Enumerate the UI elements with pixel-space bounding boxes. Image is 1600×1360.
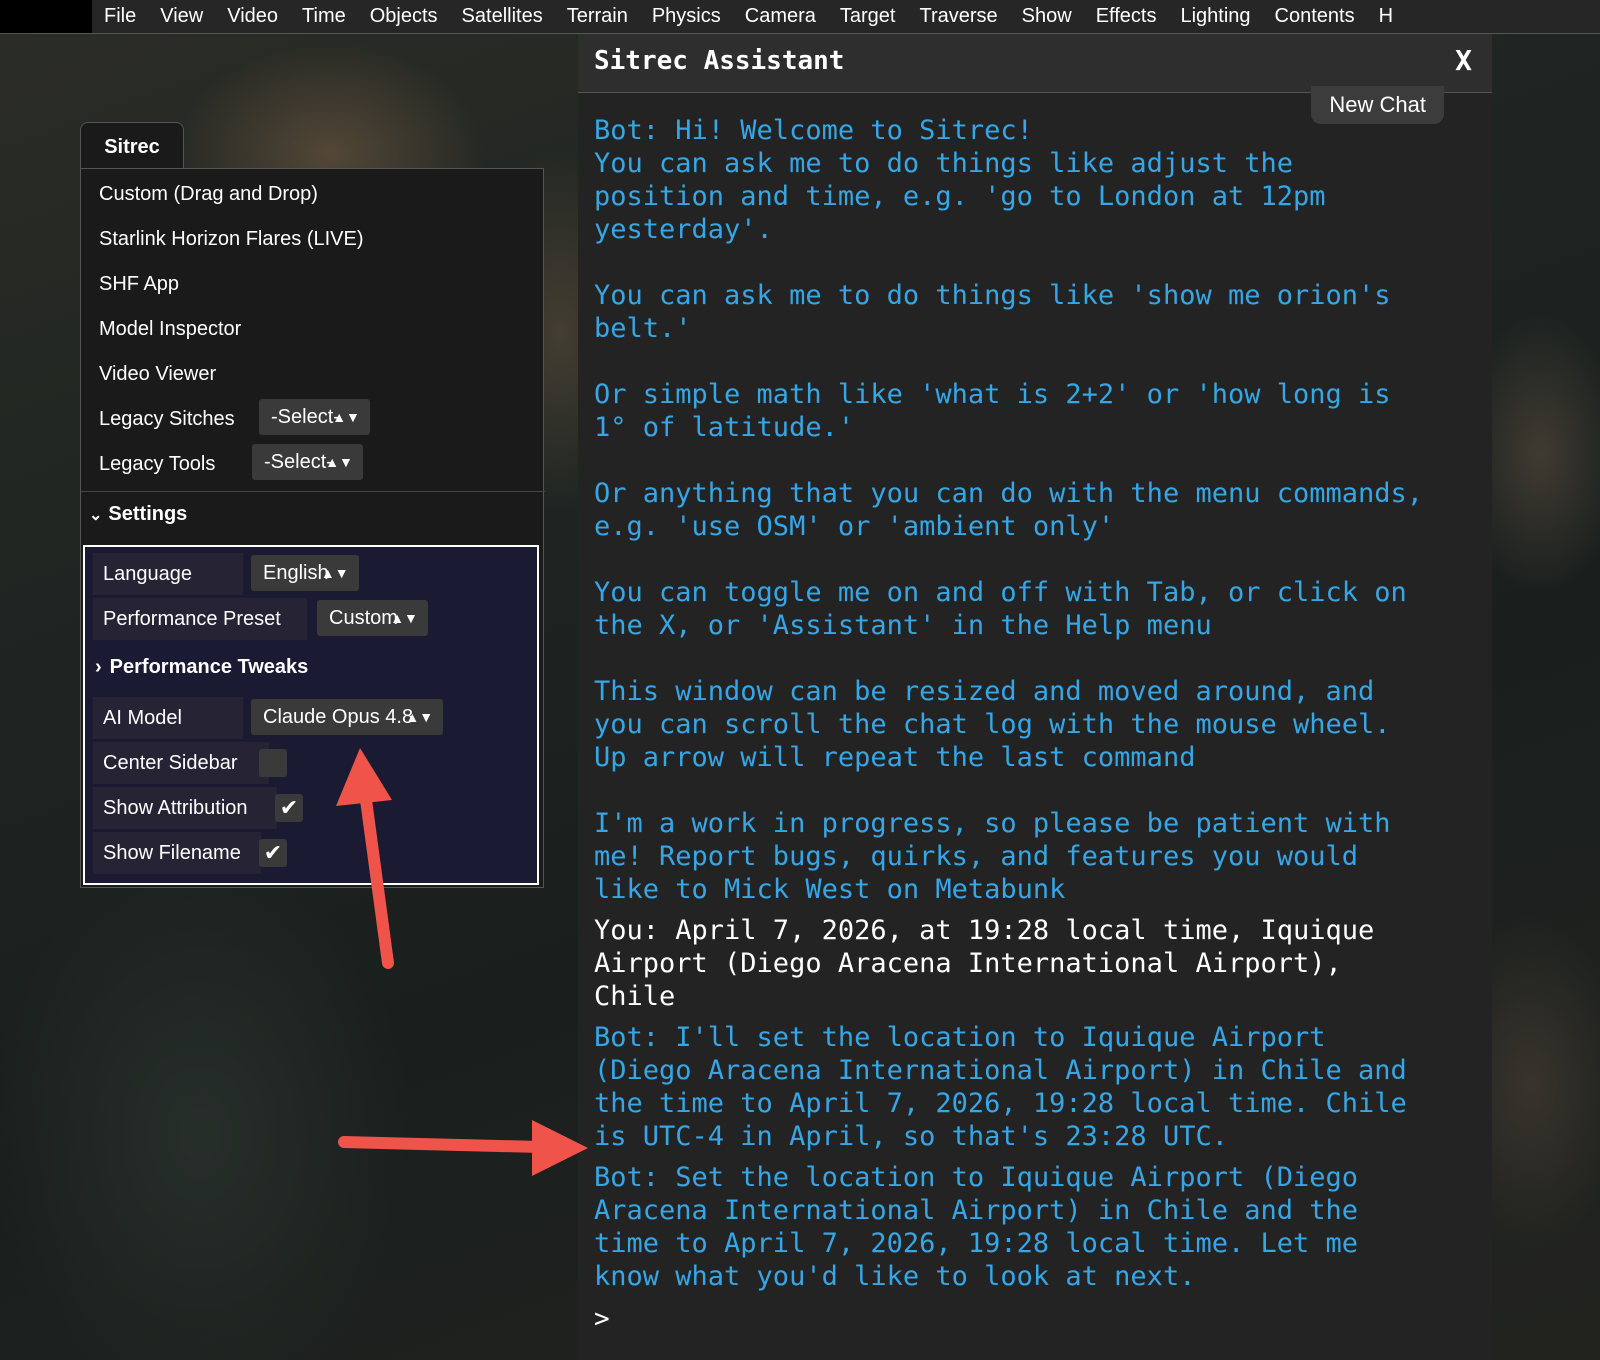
checkmark-icon: ✔ (263, 840, 283, 865)
menu-bar: File View Video Time Objects Satellites … (0, 0, 1600, 34)
ai-model-select[interactable]: Claude Opus 4.8 ▲▼ (251, 699, 444, 735)
updown-arrow-icon: ▲▼ (390, 610, 418, 626)
menu-satellites[interactable]: Satellites (450, 0, 555, 33)
language-label: Language (103, 563, 192, 585)
performance-preset-select[interactable]: Custom ▲▼ (317, 600, 428, 636)
assistant-window[interactable]: Sitrec Assistant X New Chat Bot: Hi! Wel… (578, 34, 1492, 1360)
performance-preset-value: Custom (329, 607, 398, 629)
updown-arrow-icon: ▲▼ (320, 565, 349, 581)
menu-help[interactable]: H (1367, 0, 1405, 33)
settings-heading: Settings (108, 503, 188, 525)
sitch-item-custom[interactable]: Custom (Drag and Drop) (99, 183, 318, 206)
menu-file[interactable]: File (92, 0, 148, 33)
language-value: English (263, 562, 329, 584)
tab-sitrec[interactable]: Sitrec (80, 122, 184, 168)
chat-message-bot: Bot: Hi! Welcome to Sitrec! You can ask … (594, 115, 1424, 905)
menu-traverse[interactable]: Traverse (907, 0, 1009, 33)
legacy-sitches-select[interactable]: -Select- ▲▼ (259, 399, 370, 435)
chat-message-bot: Bot: I'll set the location to Iquique Ai… (594, 1022, 1407, 1152)
language-select[interactable]: English ▲▼ (251, 555, 359, 591)
chat-log[interactable]: Bot: Hi! Welcome to Sitrec! You can ask … (594, 114, 1474, 1293)
chat-message-user: You: April 7, 2026, at 19:28 local time,… (594, 915, 1375, 1012)
center-sidebar-checkbox[interactable] (259, 749, 287, 777)
menu-effects[interactable]: Effects (1084, 0, 1169, 33)
menu-show[interactable]: Show (1010, 0, 1084, 33)
legacy-sitches-value: -Select- (271, 406, 340, 428)
sitch-item-shf-app[interactable]: SHF App (99, 273, 179, 296)
checkmark-icon: ✔ (279, 795, 299, 820)
show-attribution-label: Show Attribution (103, 797, 248, 819)
center-sidebar-label: Center Sidebar (103, 752, 238, 774)
legacy-tools-value: -Select- (264, 451, 333, 473)
menu-terrain[interactable]: Terrain (555, 0, 640, 33)
assistant-title: Sitrec Assistant (594, 46, 845, 76)
menu-view[interactable]: View (148, 0, 215, 33)
chevron-right-icon: › (95, 656, 102, 678)
updown-arrow-icon: ▲▼ (332, 409, 360, 425)
show-attribution-checkbox[interactable]: ✔ (275, 794, 303, 822)
legacy-tools-label: Legacy Tools (99, 453, 216, 475)
close-button[interactable]: X (1455, 44, 1472, 77)
sitch-item-video-viewer[interactable]: Video Viewer (99, 363, 216, 386)
performance-preset-label: Performance Preset (103, 608, 281, 630)
ai-model-label: AI Model (103, 707, 182, 729)
menu-camera[interactable]: Camera (733, 0, 828, 33)
menu-physics[interactable]: Physics (640, 0, 733, 33)
menu-objects[interactable]: Objects (358, 0, 450, 33)
show-filename-checkbox[interactable]: ✔ (259, 839, 287, 867)
sitch-item-starlink[interactable]: Starlink Horizon Flares (LIVE) (99, 228, 364, 251)
menu-contents[interactable]: Contents (1263, 0, 1367, 33)
updown-arrow-icon: ▲▼ (325, 454, 353, 470)
divider (81, 491, 545, 492)
legacy-sitches-label: Legacy Sitches (99, 408, 235, 430)
menu-video[interactable]: Video (215, 0, 290, 33)
show-filename-label: Show Filename (103, 842, 241, 864)
chat-message-bot: Bot: Set the location to Iquique Airport… (594, 1162, 1359, 1292)
sitch-item-model-inspector[interactable]: Model Inspector (99, 318, 241, 341)
menu-lighting[interactable]: Lighting (1168, 0, 1262, 33)
performance-tweaks-label: Performance Tweaks (109, 656, 309, 678)
menu-target[interactable]: Target (828, 0, 908, 33)
settings-folder-header[interactable]: ⌄ Settings (89, 503, 187, 526)
menu-time[interactable]: Time (290, 0, 358, 33)
assistant-header[interactable]: Sitrec Assistant X (578, 34, 1492, 93)
legacy-tools-select[interactable]: -Select- ▲▼ (252, 444, 363, 480)
chat-input[interactable]: > (594, 1304, 610, 1334)
menu-bar-left-area (0, 0, 92, 33)
sitrec-panel: Custom (Drag and Drop) Starlink Horizon … (80, 168, 545, 888)
updown-arrow-icon: ▲▼ (405, 709, 434, 725)
performance-tweaks-folder[interactable]: › Performance Tweaks (95, 656, 308, 679)
settings-panel: Language English ▲▼ Performance Preset C… (83, 545, 539, 885)
chevron-down-icon: ⌄ (89, 507, 103, 524)
ai-model-value: Claude Opus 4.8 (263, 706, 414, 728)
